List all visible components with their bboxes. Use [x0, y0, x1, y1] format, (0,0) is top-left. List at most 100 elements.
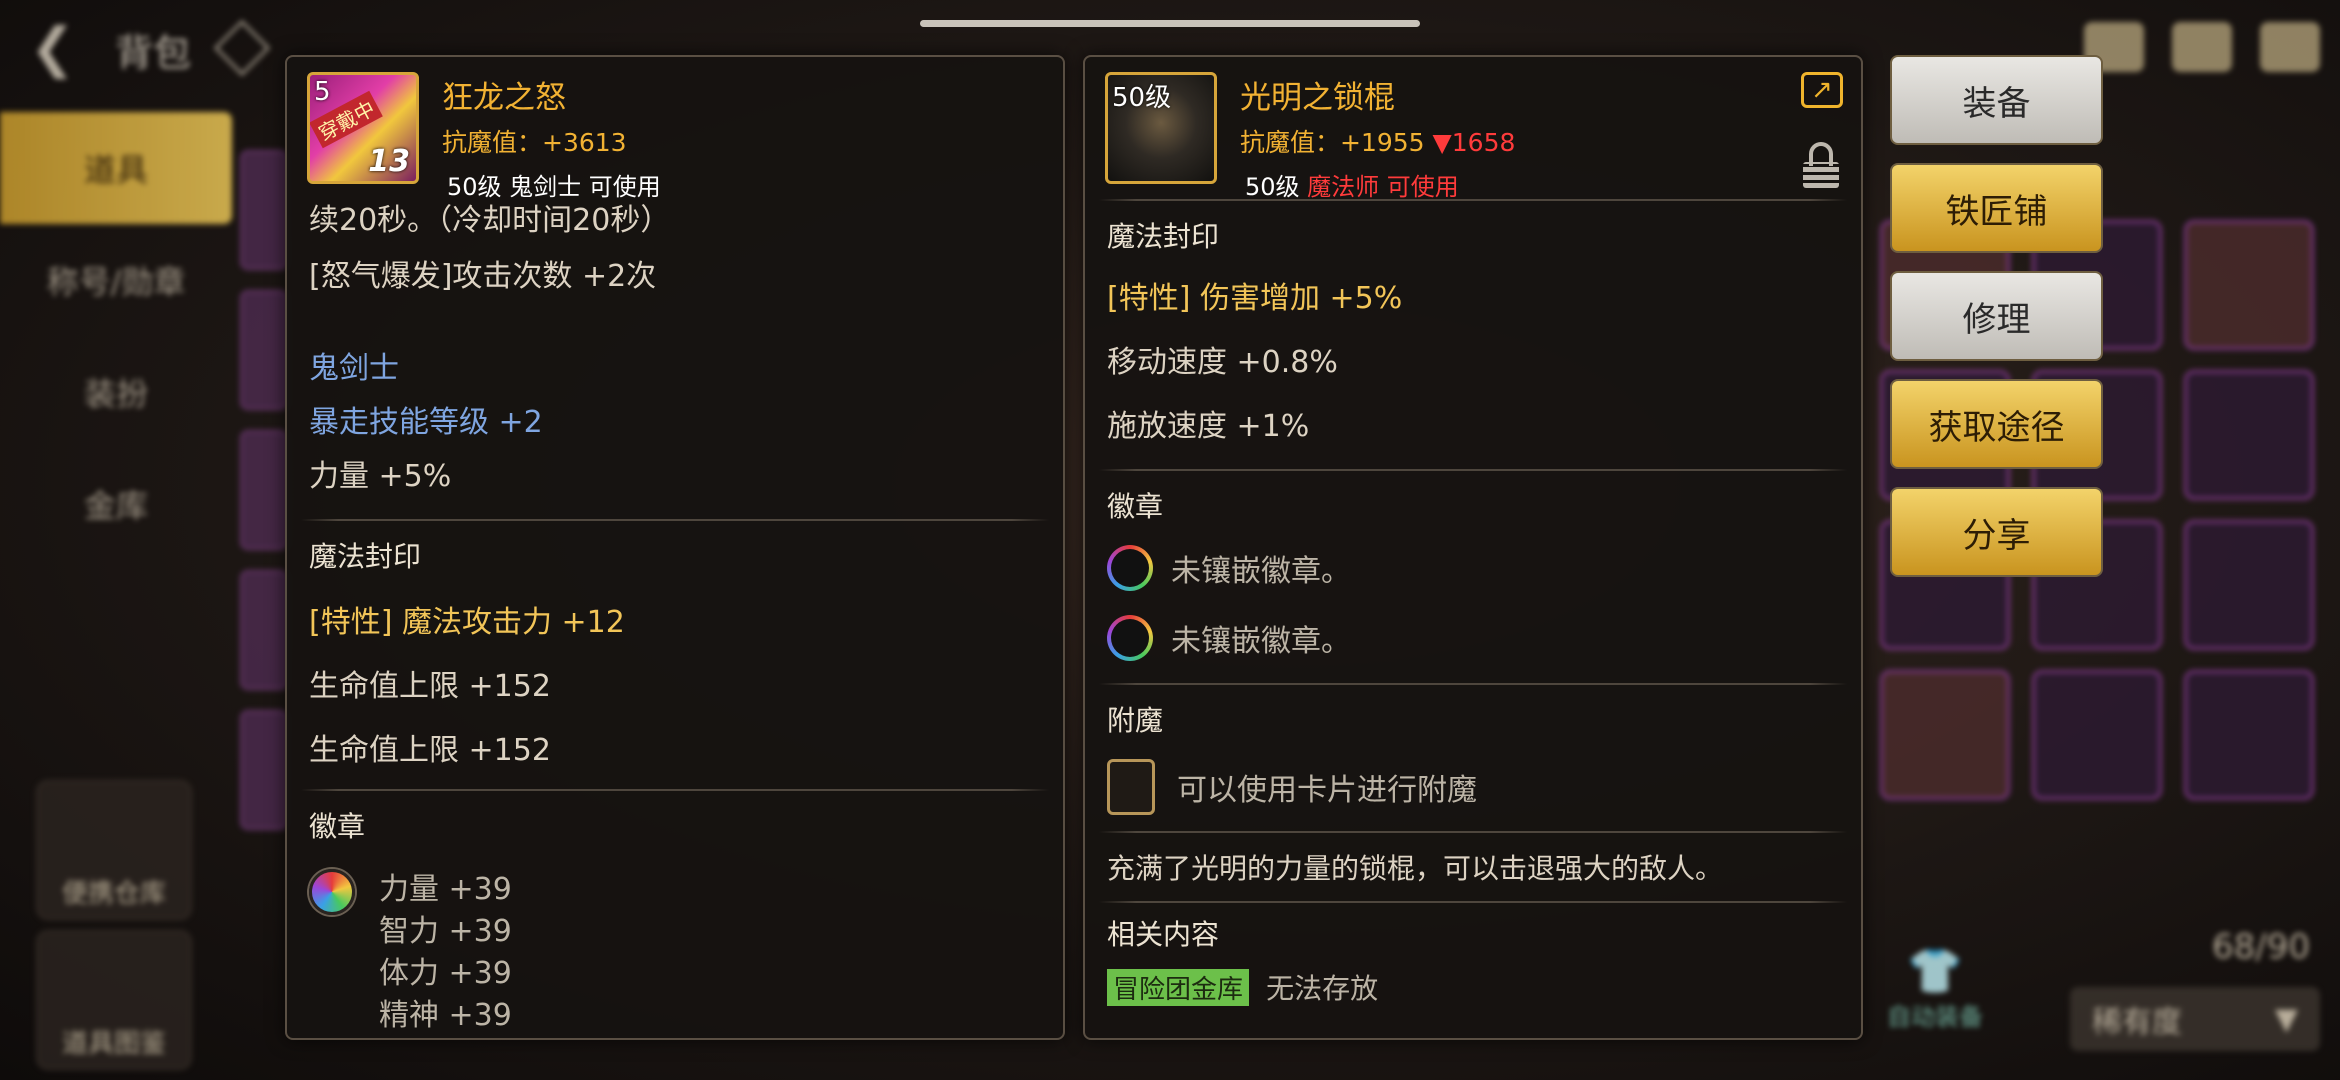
top-handle[interactable] [920, 20, 1420, 27]
seal-line: [特性] 魔法攻击力 +12 [309, 605, 625, 640]
sort-select[interactable]: 稀有度 ▼ [2070, 987, 2320, 1051]
inventory-footer: 👕 自动装备 68/90 稀有度 ▼ [1860, 905, 2330, 1075]
item-description: 充满了光明的力量的锁棍，可以击退强大的敌人。 [1107, 852, 1724, 885]
item-slot[interactable] [240, 150, 288, 270]
item-name: 狂龙之怒 [442, 80, 566, 116]
lock-body [1803, 162, 1839, 188]
section-heading: 附魔 [1107, 704, 1164, 737]
item-requirement: 50级 魔法师 可使用 [1245, 167, 1459, 202]
item-strip [240, 150, 288, 850]
auto-equip-label: 自动装备 [1887, 1003, 1983, 1031]
seal-line: [特性] 伤害增加 +5% [1107, 281, 1403, 316]
item-header: 50级 光明之锁棍 抗魔值：+1955 ▼1658 50级 魔法师 可使用 ↗ [1085, 57, 1861, 207]
back-arrow-icon[interactable]: ❮ [30, 18, 100, 78]
class-name: 鬼剑士 [309, 351, 399, 386]
seal-line: 移动速度 +0.8% [1107, 345, 1338, 380]
weapon-icon: 50级 [1105, 72, 1217, 184]
icon-level: 5 [314, 77, 331, 107]
inventory-slot[interactable] [2032, 670, 2162, 800]
emblem-slot[interactable]: 未镶嵌徽章。 [1107, 545, 1839, 591]
emblem-section: 徽章 未镶嵌徽章。 未镶嵌徽章。 [1085, 471, 1861, 661]
emblem-row: 力量 +39 智力 +39 体力 +39 精神 +39 [309, 869, 1041, 1037]
menu-item-items[interactable]: 道具 [0, 112, 232, 224]
emblem-section: 徽章 力量 +39 智力 +39 体力 +39 精神 +39 [287, 791, 1063, 1037]
emblem-stat: 体力 +39 [379, 956, 512, 991]
menu-item-avatar[interactable]: 装扮 [0, 336, 232, 448]
upgrade-badge: 13 [368, 144, 410, 179]
shirt-icon: 👕 [1907, 946, 1963, 997]
effect-rage: [怒气爆发]攻击次数 +2次 [309, 259, 657, 294]
emblem-stat: 力量 +39 [379, 872, 512, 907]
menu-item-titles[interactable]: 称号/勋章 [0, 224, 232, 336]
inventory-slot[interactable] [2184, 520, 2314, 650]
section-heading: 徽章 [309, 810, 366, 843]
section-heading: 魔法封印 [309, 540, 422, 573]
source-button[interactable]: 获取途径 [1890, 379, 2103, 469]
enchant-slot[interactable]: 可以使用卡片进行附魔 [1107, 759, 1839, 815]
enchant-text: 可以使用卡片进行附魔 [1177, 773, 1477, 808]
bag-count: 68/90 [2212, 927, 2310, 967]
equip-button[interactable]: 装备 [1890, 55, 2103, 145]
blacksmith-button[interactable]: 铁匠铺 [1890, 163, 2103, 253]
magic-seal-section[interactable]: 魔法封印 [特性] 伤害增加 +5% 移动速度 +0.8% 施放速度 +1% [1085, 201, 1861, 445]
item-stat: 抗魔值：+3613 [442, 128, 627, 157]
icon-level: 50级 [1112, 83, 1172, 113]
seal-line: 生命值上限 +152 [309, 733, 551, 768]
related-section: 相关内容 冒险团金库 无法存放 [1085, 903, 1861, 1007]
emblem-slot[interactable]: 未镶嵌徽章。 [1107, 615, 1839, 661]
auto-equip-button[interactable]: 👕 自动装备 [1880, 945, 1990, 1032]
share-icon[interactable]: ↗ [1801, 72, 1843, 108]
inventory-slot[interactable] [1880, 670, 2010, 800]
item-details[interactable]: 续20秒。（冷却时间20秒） [怒气爆发]攻击次数 +2次 鬼剑士 暴走技能等级… [287, 195, 1063, 495]
empty-emblem-icon [1107, 545, 1153, 591]
menu-item-vault[interactable]: 金库 [0, 448, 232, 560]
item-slot[interactable] [240, 430, 288, 550]
diamond-icon[interactable] [213, 19, 271, 77]
weapon-icon: 5 穿戴中 13 [307, 72, 419, 184]
magic-seal-section: 魔法封印 [特性] 魔法攻击力 +12 生命值上限 +152 生命值上限 +15… [287, 521, 1063, 769]
seal-line: 施放速度 +1% [1107, 409, 1310, 444]
card-slot-icon [1107, 759, 1155, 815]
strength-bonus: 力量 +5% [309, 459, 452, 494]
chat-icon[interactable] [2260, 22, 2320, 72]
enchant-section: 附魔 可以使用卡片进行附魔 [1085, 685, 1861, 815]
item-slot[interactable] [240, 710, 288, 830]
lock-icon[interactable] [1803, 142, 1839, 188]
related-tag: 冒险团金库 [1107, 969, 1250, 1006]
rainbow-emblem-icon [309, 869, 355, 915]
item-stat: 抗魔值：+1955 ▼1658 [1240, 123, 1515, 159]
item-header: 5 穿戴中 13 狂龙之怒 抗魔值：+3613 50级 鬼剑士 可使用 [287, 57, 1063, 207]
share-button[interactable]: 分享 [1890, 487, 2103, 577]
chevron-down-icon: ▼ [2274, 1001, 2298, 1037]
related-row: 冒险团金库 无法存放 [1107, 967, 1839, 1007]
inventory-slot[interactable] [2184, 670, 2314, 800]
top-icons [2084, 22, 2320, 72]
portable-storage-button[interactable]: 便携仓库 [36, 780, 192, 920]
compare-item-tooltip: 50级 光明之锁棍 抗魔值：+1955 ▼1658 50级 魔法师 可使用 ↗ … [1083, 55, 1863, 1040]
item-codex-button[interactable]: 道具图鉴 [36, 930, 192, 1070]
emblem-stat: 精神 +39 [379, 998, 512, 1033]
req-level: 50级 [1245, 173, 1308, 201]
emblem-slot-text: 未镶嵌徽章。 [1171, 624, 1351, 659]
req-class: 魔法师 可使用 [1307, 173, 1459, 201]
item-name: 光明之锁棍 [1240, 80, 1395, 116]
page-title: 背包 [115, 31, 192, 75]
emblem-stat: 智力 +39 [379, 914, 512, 949]
inventory-slot[interactable] [2184, 220, 2314, 350]
mail-icon[interactable] [2172, 22, 2232, 72]
emblem-slot-text: 未镶嵌徽章。 [1171, 554, 1351, 589]
inventory-slot[interactable] [2184, 370, 2314, 500]
skill-bonus: 暴走技能等级 +2 [309, 405, 543, 440]
section-heading: 相关内容 [1107, 918, 1220, 951]
action-buttons: 装备 铁匠铺 修理 获取途径 分享 [1890, 55, 2105, 595]
equipped-item-tooltip: 5 穿戴中 13 狂龙之怒 抗魔值：+3613 50级 鬼剑士 可使用 续20秒… [285, 55, 1065, 1040]
empty-emblem-icon [1107, 615, 1153, 661]
item-slot[interactable] [240, 290, 288, 410]
item-slot[interactable] [240, 570, 288, 690]
stat-value: 抗魔值：+1955 [1240, 128, 1433, 157]
related-text: 无法存放 [1266, 972, 1379, 1005]
stat-decrease: ▼1658 [1432, 128, 1516, 157]
repair-button[interactable]: 修理 [1890, 271, 2103, 361]
section-heading: 魔法封印 [1107, 220, 1220, 253]
section-heading: 徽章 [1107, 490, 1164, 523]
